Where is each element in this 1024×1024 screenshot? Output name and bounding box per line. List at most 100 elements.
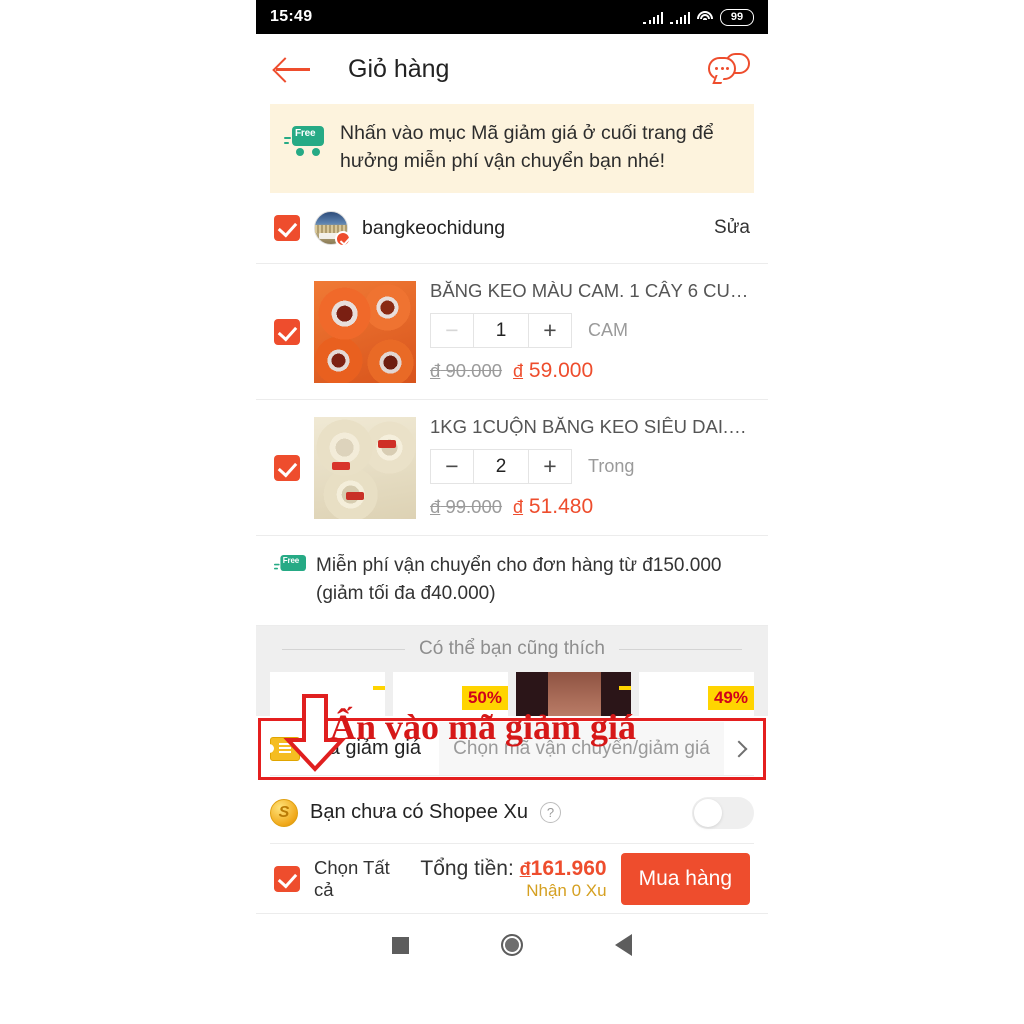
old-price-value: 90.000	[445, 360, 503, 382]
select-all-checkbox[interactable]	[274, 865, 300, 892]
item-checkbox[interactable]	[274, 318, 300, 345]
total-line: Tổng tiền: đ161.960	[420, 857, 606, 881]
total-amount: đ161.960	[520, 857, 607, 880]
old-price: đ 99.000	[430, 496, 502, 518]
shop-edit-button[interactable]: Sửa	[714, 217, 750, 239]
product-info: BĂNG KEO MÀU CAM. 1 CÂY 6 CUỘN − 1 + CAM…	[430, 280, 750, 383]
shopee-xu-row: S Bạn chưa có Shopee Xu ?	[270, 782, 754, 845]
product-thumbnail[interactable]	[314, 416, 416, 519]
free-shipping-truck-icon: Free	[284, 126, 326, 158]
quantity-decrease-button[interactable]: −	[431, 450, 473, 483]
status-icons: 99	[643, 8, 754, 26]
suggestions-header: Có thể bạn cũng thích	[256, 638, 768, 660]
back-arrow-icon[interactable]	[274, 54, 314, 84]
quantity-increase-button[interactable]: +	[529, 450, 571, 483]
chevron-right-icon[interactable]	[724, 740, 754, 758]
discount-badge	[373, 686, 385, 691]
circle-home-icon[interactable]	[501, 934, 523, 957]
suggestion-card[interactable]: 49%	[639, 672, 754, 717]
cart-bottom-bar: Chọn Tất cả Tổng tiền: đ161.960 Nhận 0 X…	[256, 844, 768, 915]
voucher-select-field[interactable]: Chọn mã vận chuyển/giảm giá	[438, 722, 724, 776]
voucher-section: Mã giảm giá Chọn mã vận chuyển/giảm giá	[256, 716, 768, 782]
discount-badge: 49%	[707, 686, 754, 711]
xu-gain-label: Nhận 0 Xu	[526, 880, 607, 900]
android-nav-bar	[256, 914, 768, 977]
new-price: đ 59.000	[513, 359, 593, 383]
product-name[interactable]: BĂNG KEO MÀU CAM. 1 CÂY 6 CUỘN	[430, 280, 750, 302]
currency-symbol: đ	[430, 496, 441, 518]
cart-item-row: 1KG 1CUỘN BĂNG KEO SIÊU DAI. LÕI … − 2 +…	[256, 400, 768, 537]
select-all-label: Chọn Tất cả	[314, 856, 390, 900]
suggestion-card[interactable]: 50%	[393, 672, 508, 717]
suggestion-card[interactable]	[516, 672, 631, 717]
signal-icon	[643, 11, 663, 24]
free-shipping-note: Free Miễn phí vận chuyển cho đơn hàng từ…	[256, 536, 768, 627]
free-badge-label: Free	[295, 128, 316, 139]
page-title: Giỏ hàng	[348, 54, 450, 83]
shipping-note-line2: (giảm tối đa đ40.000)	[316, 582, 496, 604]
voucher-row[interactable]: Mã giảm giá Chọn mã vận chuyển/giảm giá	[269, 722, 754, 777]
shipping-note-line1: Miễn phí vận chuyển cho đơn hàng từ đ150…	[316, 555, 722, 577]
phone-screen: 15:49 99 Giỏ hàng Free Nhấn vào mục Mã g…	[256, 0, 768, 1024]
status-time: 15:49	[270, 8, 313, 25]
totals-block: Tổng tiền: đ161.960 Nhận 0 Xu	[420, 857, 606, 901]
quantity-stepper: − 1 +	[430, 313, 572, 349]
shopee-coin-icon: S	[270, 798, 298, 827]
shop-row: bangkeochidung Sửa	[256, 193, 768, 265]
voucher-ticket-icon	[269, 736, 301, 761]
currency-symbol: đ	[519, 858, 531, 879]
suggestion-cards: 50% 49%	[256, 660, 768, 717]
discount-badge	[619, 686, 631, 691]
suggestions-title: Có thể bạn cũng thích	[419, 638, 605, 660]
screenshot-root: 15:49 99 Giỏ hàng Free Nhấn vào mục Mã g…	[0, 0, 1024, 1024]
quantity-stepper: − 2 +	[430, 449, 572, 485]
banner-text: Nhấn vào mục Mã giảm giá ở cuối trang để…	[340, 122, 714, 172]
triangle-back-icon[interactable]	[615, 934, 632, 957]
total-amount-value: 161.960	[530, 856, 607, 880]
divider	[618, 648, 743, 650]
status-bar: 15:49 99	[256, 0, 768, 34]
old-price-value: 99.000	[445, 496, 503, 518]
suggestions-section: Có thể bạn cũng thích 50% 49%	[256, 626, 768, 717]
question-mark-icon[interactable]: ?	[540, 802, 561, 824]
product-variant: CAM	[588, 320, 628, 341]
cart-item-row: BĂNG KEO MÀU CAM. 1 CÂY 6 CUỘN − 1 + CAM…	[256, 264, 768, 401]
quantity-increase-button[interactable]: +	[529, 314, 571, 347]
product-info: 1KG 1CUỘN BĂNG KEO SIÊU DAI. LÕI … − 2 +…	[430, 416, 750, 519]
currency-symbol: đ	[430, 360, 441, 382]
quantity-value[interactable]: 2	[473, 450, 529, 484]
new-price-value: 59.000	[528, 359, 594, 383]
item-checkbox[interactable]	[274, 454, 300, 481]
signal-icon	[670, 11, 690, 24]
battery-icon: 99	[720, 8, 754, 26]
verified-badge-icon	[335, 231, 351, 248]
quantity-decrease-button[interactable]: −	[431, 314, 473, 347]
shop-name[interactable]: bangkeochidung	[362, 217, 505, 240]
product-variant: Trong	[588, 456, 635, 477]
square-recents-icon[interactable]	[392, 936, 409, 954]
shop-checkbox[interactable]	[274, 215, 300, 242]
buy-button[interactable]: Mua hàng	[620, 852, 750, 905]
suggestion-card[interactable]	[270, 672, 385, 717]
shopee-xu-label: Bạn chưa có Shopee Xu	[310, 801, 528, 824]
quantity-value[interactable]: 1	[473, 314, 529, 348]
new-price: đ 51.480	[513, 495, 593, 519]
new-price-value: 51.480	[528, 495, 594, 519]
old-price: đ 90.000	[430, 360, 502, 382]
total-label: Tổng tiền:	[420, 856, 514, 880]
currency-symbol: đ	[513, 361, 524, 382]
currency-symbol: đ	[513, 497, 524, 518]
page-header: Giỏ hàng	[256, 34, 768, 104]
wifi-icon	[697, 10, 713, 24]
discount-badge: 50%	[461, 686, 508, 711]
product-thumbnail[interactable]	[314, 280, 416, 383]
avatar	[314, 211, 351, 248]
chat-bubble-icon[interactable]	[706, 49, 750, 89]
divider	[282, 648, 406, 650]
free-shipping-truck-icon: Free	[274, 555, 306, 573]
free-shipping-banner: Free Nhấn vào mục Mã giảm giá ở cuối tra…	[270, 104, 754, 194]
shipping-note-text: Miễn phí vận chuyển cho đơn hàng từ đ150…	[316, 552, 721, 607]
voucher-label: Mã giảm giá	[312, 737, 421, 760]
product-name[interactable]: 1KG 1CUỘN BĂNG KEO SIÊU DAI. LÕI …	[430, 416, 750, 438]
shopee-xu-toggle[interactable]	[692, 796, 754, 829]
